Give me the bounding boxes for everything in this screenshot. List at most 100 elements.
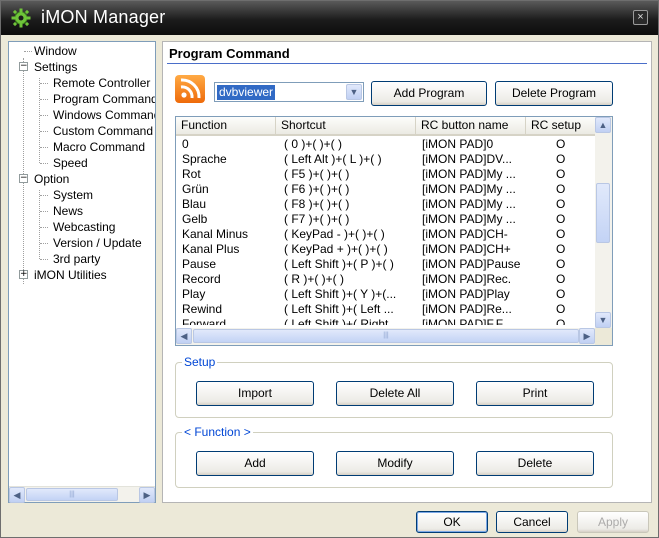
rc-setup-cell: O bbox=[556, 287, 566, 301]
table-row[interactable]: Kanal Minus ( KeyPad - )+( )+( ) [iMON PAD… bbox=[176, 227, 596, 242]
collapse-icon[interactable]: − bbox=[19, 62, 28, 71]
scroll-right-icon[interactable]: ▶ bbox=[139, 487, 155, 503]
panel-title: Program Command bbox=[169, 46, 290, 61]
imon-manager-window: iMON Manager × Window − Settings Remote … bbox=[0, 0, 659, 538]
table-row[interactable]: Record ( R )+( )+( ) [iMON PAD]Rec. O bbox=[176, 272, 596, 287]
rss-icon bbox=[175, 75, 205, 103]
tree-item-window[interactable]: Window bbox=[34, 44, 77, 58]
rc-button-name-cell: [iMON PAD]0 bbox=[422, 137, 494, 151]
collapse-icon[interactable]: − bbox=[19, 174, 28, 183]
ok-button[interactable]: OK bbox=[416, 511, 488, 533]
tree-item-3rd-party[interactable]: 3rd party bbox=[53, 252, 100, 266]
column-header-rc-button-name[interactable]: RC button name bbox=[416, 117, 526, 134]
scroll-left-icon[interactable]: ◀ bbox=[176, 328, 192, 344]
scroll-up-icon[interactable]: ▲ bbox=[595, 117, 611, 133]
tree-item-custom-command[interactable]: Custom Command bbox=[53, 124, 153, 138]
add-program-button[interactable]: Add Program bbox=[371, 81, 487, 106]
rc-button-name-cell: [iMON PAD]F.F. bbox=[422, 317, 506, 325]
scroll-corner bbox=[595, 328, 612, 345]
program-select[interactable]: dvbviewer ▼ bbox=[214, 82, 364, 102]
table-row[interactable]: Rot ( F5 )+( )+( ) [iMON PAD]My ... O bbox=[176, 167, 596, 182]
tree-connector bbox=[40, 211, 48, 212]
tree-connector bbox=[40, 147, 48, 148]
shortcut-cell: ( Left Alt )+( L )+( ) bbox=[284, 152, 382, 166]
rc-button-name-cell: [iMON PAD]My ... bbox=[422, 197, 516, 211]
tree-item-settings[interactable]: Settings bbox=[34, 60, 77, 74]
delete-all-button[interactable]: Delete All bbox=[336, 381, 454, 406]
add-function-button[interactable]: Add bbox=[196, 451, 314, 476]
tree-item-macro-command[interactable]: Macro Command bbox=[53, 140, 145, 154]
setup-group-label: Setup bbox=[182, 355, 218, 369]
function-cell: Gelb bbox=[182, 212, 208, 226]
table-row[interactable]: Forward ( Left Shift )+( Right ... [iMON P… bbox=[176, 317, 596, 325]
apply-button[interactable]: Apply bbox=[577, 511, 649, 533]
shortcut-cell: ( R )+( )+( ) bbox=[284, 272, 344, 286]
list-vertical-scrollbar[interactable]: ▲ ▼ bbox=[595, 117, 612, 329]
rc-button-name-cell: [iMON PAD]CH+ bbox=[422, 242, 511, 256]
tree-item-option[interactable]: Option bbox=[34, 172, 69, 186]
table-row[interactable]: Gelb ( F7 )+( )+( ) [iMON PAD]My ... O bbox=[176, 212, 596, 227]
tree-connector bbox=[40, 195, 48, 196]
settings-tree[interactable]: Window − Settings Remote Controller Prog… bbox=[8, 41, 156, 503]
rc-setup-cell: O bbox=[556, 272, 566, 286]
function-cell: 0 bbox=[182, 137, 189, 151]
expand-icon[interactable]: + bbox=[19, 270, 28, 279]
tree-item-news[interactable]: News bbox=[53, 204, 83, 218]
print-button[interactable]: Print bbox=[476, 381, 594, 406]
column-header-rc-setup[interactable]: RC setup bbox=[526, 117, 596, 134]
tree-connector bbox=[39, 190, 40, 259]
tree-item-remote-controller[interactable]: Remote Controller bbox=[53, 76, 150, 90]
shortcut-cell: ( Left Shift )+( Y )+(... bbox=[284, 287, 397, 301]
scroll-thumb[interactable]: ||| bbox=[193, 329, 579, 343]
import-button[interactable]: Import bbox=[196, 381, 314, 406]
scroll-down-icon[interactable]: ▼ bbox=[595, 312, 611, 328]
list-horizontal-scrollbar[interactable]: ◀ ||| ▶ bbox=[176, 328, 596, 345]
tree-connector bbox=[40, 115, 48, 116]
shortcut-cell: ( 0 )+( )+( ) bbox=[284, 137, 343, 151]
tree-horizontal-scrollbar[interactable]: ◀ ||| ▶ bbox=[9, 486, 155, 503]
command-list[interactable]: Function Shortcut RC button name RC setu… bbox=[175, 116, 613, 346]
delete-program-button[interactable]: Delete Program bbox=[495, 81, 613, 106]
shortcut-cell: ( F8 )+( )+( ) bbox=[284, 197, 350, 211]
chevron-down-icon[interactable]: ▼ bbox=[346, 84, 362, 100]
scroll-left-icon[interactable]: ◀ bbox=[9, 487, 25, 503]
tree-item-webcasting[interactable]: Webcasting bbox=[53, 220, 115, 234]
rc-button-name-cell: [iMON PAD]Play bbox=[422, 287, 510, 301]
shortcut-cell: ( KeyPad - )+( )+( ) bbox=[284, 227, 385, 241]
shortcut-cell: ( Left Shift )+( Left ... bbox=[284, 302, 394, 316]
function-cell: Play bbox=[182, 287, 206, 301]
shortcut-cell: ( KeyPad + )+( )+( ) bbox=[284, 242, 388, 256]
table-row[interactable]: 0 ( 0 )+( )+( ) [iMON PAD]0 O bbox=[176, 137, 596, 152]
tree-item-speed[interactable]: Speed bbox=[53, 156, 88, 170]
title-bar[interactable]: iMON Manager × bbox=[1, 1, 658, 35]
tree-item-program-command[interactable]: Program Command bbox=[53, 92, 155, 106]
tree-connector bbox=[40, 83, 48, 84]
column-header-function[interactable]: Function bbox=[176, 117, 276, 134]
rc-setup-cell: O bbox=[556, 182, 566, 196]
tree-item-imon-utilities[interactable]: iMON Utilities bbox=[34, 268, 107, 282]
tree-item-windows-command[interactable]: Windows Command bbox=[53, 108, 155, 122]
scroll-thumb[interactable]: ||| bbox=[26, 488, 118, 501]
cancel-button[interactable]: Cancel bbox=[496, 511, 568, 533]
close-icon[interactable]: × bbox=[633, 10, 648, 25]
table-row[interactable]: Play ( Left Shift )+( Y )+(... [iMON PAD]P… bbox=[176, 287, 596, 302]
function-cell: Forward bbox=[182, 317, 227, 325]
scroll-thumb[interactable] bbox=[596, 183, 610, 243]
modify-function-button[interactable]: Modify bbox=[336, 451, 454, 476]
scroll-right-icon[interactable]: ▶ bbox=[579, 328, 595, 344]
function-cell: Pause bbox=[182, 257, 217, 271]
column-header-shortcut[interactable]: Shortcut bbox=[276, 117, 416, 134]
list-header: Function Shortcut RC button name RC setu… bbox=[176, 117, 596, 136]
tree-connector bbox=[23, 58, 24, 284]
table-row[interactable]: Grün ( F6 )+( )+( ) [iMON PAD]My ... O bbox=[176, 182, 596, 197]
tree-item-system[interactable]: System bbox=[53, 188, 93, 202]
program-select-value: dvbviewer bbox=[217, 85, 276, 100]
table-row[interactable]: Pause ( Left Shift )+( P )+( ) [iMON PAD]P… bbox=[176, 257, 596, 272]
table-row[interactable]: Rewind ( Left Shift )+( Left ... [iMON PAD… bbox=[176, 302, 596, 317]
table-row[interactable]: Sprache ( Left Alt )+( L )+( ) [iMON PAD]D… bbox=[176, 152, 596, 167]
delete-function-button[interactable]: Delete bbox=[476, 451, 594, 476]
table-row[interactable]: Blau ( F8 )+( )+( ) [iMON PAD]My ... O bbox=[176, 197, 596, 212]
table-row[interactable]: Kanal Plus ( KeyPad + )+( )+( ) [iMON PAD]… bbox=[176, 242, 596, 257]
tree-item-version-update[interactable]: Version / Update bbox=[53, 236, 142, 250]
tree-connector bbox=[40, 259, 48, 260]
